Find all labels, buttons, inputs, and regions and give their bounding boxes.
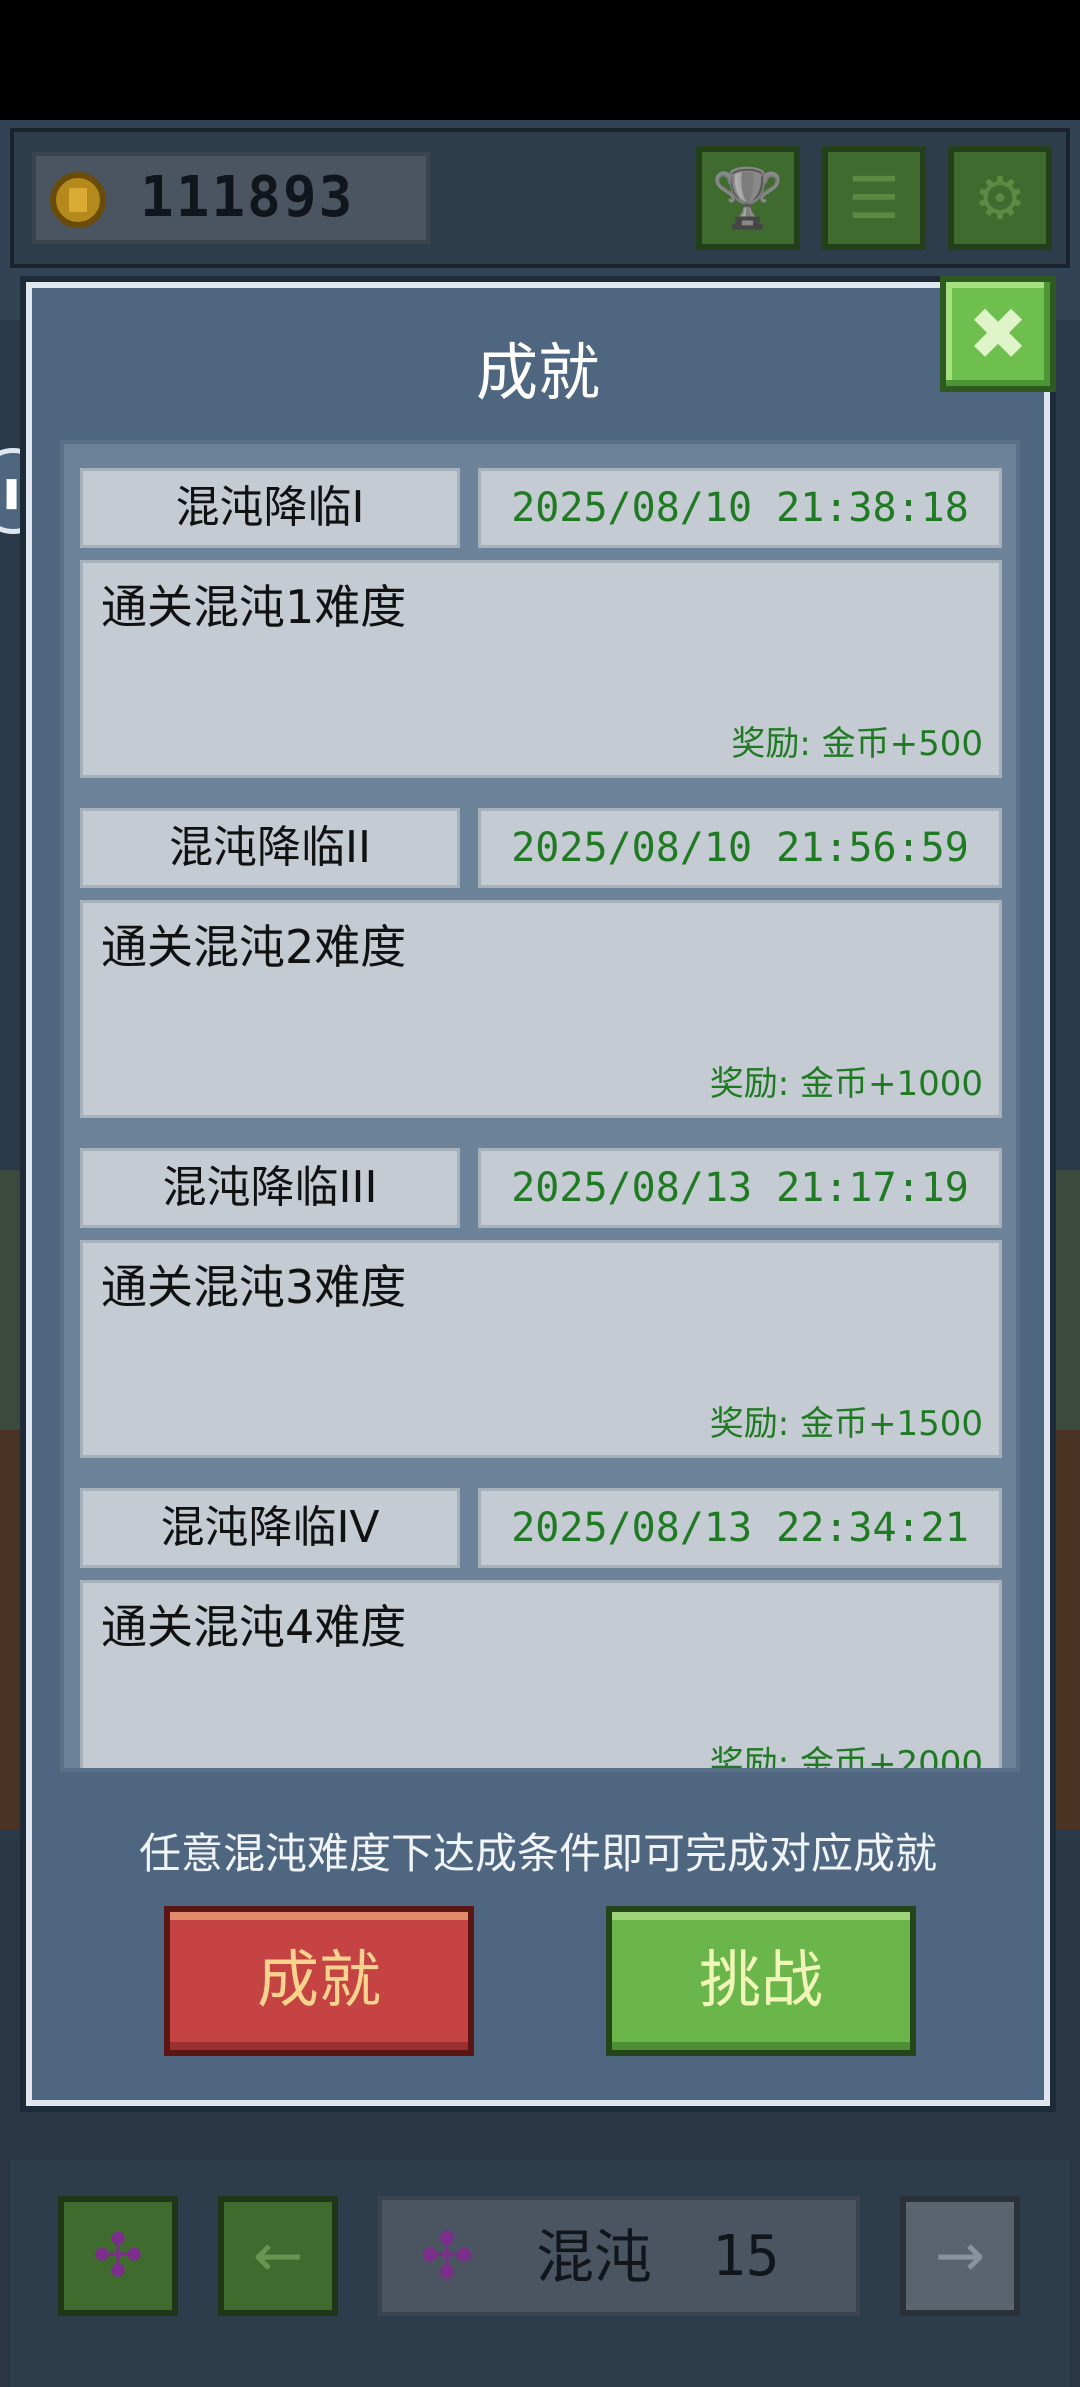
achievement-item: 混沌降临I 2025/08/10 21:38:18 通关混沌1难度 奖励: 金币… — [80, 468, 1002, 798]
achievement-name: 混沌降临III — [80, 1148, 460, 1228]
achievement-name: 混沌降临I — [80, 468, 460, 548]
gear-icon: ⚙ — [974, 164, 1026, 232]
achievement-reward: 奖励: 金币+500 — [731, 724, 983, 764]
achievements-tab-button[interactable]: 成就 — [164, 1906, 474, 2056]
trophy-button[interactable]: 🏆 — [696, 146, 800, 250]
achievement-item: 混沌降临IV 2025/08/13 22:34:21 通关混沌4难度 奖励: 金… — [80, 1488, 1002, 1772]
settings-button[interactable]: ⚙ — [948, 146, 1052, 250]
achievement-reward: 奖励: 金币+1500 — [709, 1404, 983, 1444]
achievement-name: 混沌降临II — [80, 808, 460, 888]
achievement-name: 混沌降临IV — [80, 1488, 460, 1568]
achievement-reward: 奖励: 金币+1000 — [709, 1064, 983, 1104]
achievement-date: 2025/08/10 21:56:59 — [478, 808, 1002, 888]
chaos-swirl-icon: ✣ — [420, 2220, 474, 2294]
chaos-mode-button[interactable]: ✣ — [58, 2196, 178, 2316]
achievement-description: 通关混沌2难度 — [101, 920, 407, 974]
achievement-date: 2025/08/13 22:34:21 — [478, 1488, 1002, 1568]
achievement-description-box: 通关混沌4难度 奖励: 金币+2000 — [80, 1580, 1002, 1772]
dialog-title: 成就 — [475, 336, 600, 409]
close-icon: ✖ — [967, 292, 1029, 376]
achievement-date: 2025/08/13 21:17:19 — [478, 1148, 1002, 1228]
achievement-item: 混沌降临II 2025/08/10 21:56:59 通关混沌2难度 奖励: 金… — [80, 808, 1002, 1138]
achievement-date: 2025/08/10 21:38:18 — [478, 468, 1002, 548]
achievement-item: 混沌降临III 2025/08/13 21:17:19 通关混沌3难度 奖励: … — [80, 1148, 1002, 1478]
challenge-tab-button[interactable]: 挑战 — [606, 1906, 916, 2056]
arrow-left-icon: ← — [252, 2221, 304, 2291]
achievement-list[interactable]: 混沌降临I 2025/08/10 21:38:18 通关混沌1难度 奖励: 金币… — [60, 440, 1020, 1772]
level-number: 15 — [712, 2224, 780, 2289]
next-level-button[interactable]: → — [900, 2196, 1020, 2316]
achievement-description-box: 通关混沌1难度 奖励: 金币+500 — [80, 560, 1002, 778]
chaos-swirl-icon: ✣ — [92, 2221, 144, 2291]
achievement-description-box: 通关混沌2难度 奖励: 金币+1000 — [80, 900, 1002, 1118]
list-icon: ☰ — [848, 164, 900, 232]
coin-value: 111893 — [140, 165, 355, 230]
mode-label: 混沌 — [536, 2223, 653, 2291]
achievement-description: 通关混沌1难度 — [101, 580, 407, 634]
achievement-reward: 奖励: 金币+2000 — [709, 1744, 983, 1772]
achievement-description-box: 通关混沌3难度 奖励: 金币+1500 — [80, 1240, 1002, 1458]
handle-icon: ❚ — [0, 475, 25, 510]
list-button[interactable]: ☰ — [822, 146, 926, 250]
trophy-icon: 🏆 — [711, 164, 785, 232]
achievement-hint: 任意混沌难度下达成条件即可完成对应成就 — [138, 1829, 937, 1878]
arrow-right-icon: → — [934, 2221, 986, 2291]
coin-icon — [50, 172, 106, 228]
prev-level-button[interactable]: ← — [218, 2196, 338, 2316]
achievement-description: 通关混沌4难度 — [101, 1600, 407, 1654]
achievement-description: 通关混沌3难度 — [101, 1260, 407, 1314]
close-button[interactable]: ✖ — [940, 276, 1056, 392]
